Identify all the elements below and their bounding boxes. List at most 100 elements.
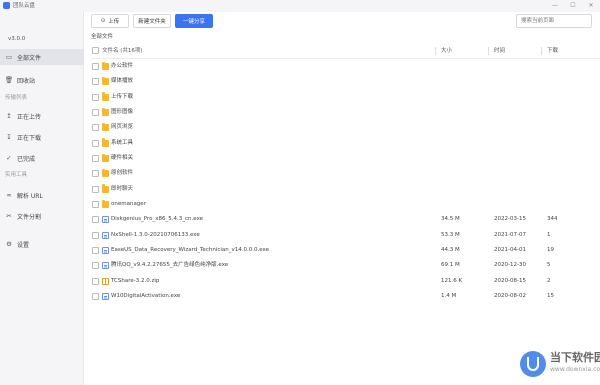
sidebar-item-settings[interactable]: ⚙ 设置 [0,236,84,252]
maximize-button[interactable]: ☐ [564,0,582,12]
file-name[interactable]: Diskgenius_Pro_x86_5.4.3_cn.exe [111,212,203,227]
file-name[interactable]: 腾讯QQ_v9.4.2.27655_去广告绿色纯净版.exe [111,258,228,273]
sidebar-item-label: 文件分割 [17,213,42,221]
row-checkbox[interactable] [92,109,99,117]
sidebar-item-uploading[interactable]: ↥ 正在上传 [0,108,84,124]
table-body: 办公软件 媒体播放 上传下载 图形图像 网页浏览 系统工具 硬件相关 原创软件 即时聊天 onem… [91,59,600,305]
file-name[interactable]: TCShare-3.2.0.zip [111,274,159,289]
sidebar: v3.0.0 ▭ 全部文件 🗑 回收站 传输列表 ↥ 正在上传 ↧ 正在下载 ✓… [0,12,84,385]
scrollbar[interactable] [594,40,598,385]
file-name[interactable]: 硬件相关 [111,151,133,166]
breadcrumb[interactable]: 全部文件 [91,33,113,41]
zip-file-icon [102,277,109,285]
row-checkbox[interactable] [92,262,99,270]
watermark-url: www.downxia.com [550,366,600,373]
upload-icon: ⊙ [100,18,106,24]
file-name[interactable]: onemanager [111,197,146,212]
column-header-name[interactable]: 文件名 (共16项) [102,43,143,59]
file-name[interactable]: 即时聊天 [111,182,133,197]
column-header-time[interactable]: 时间 [494,43,505,59]
check-circle-icon: ✓ [6,154,12,162]
sidebar-item-parse-url[interactable]: ∞ 解析 URL [0,187,84,203]
table-row[interactable]: 办公软件 [91,59,600,74]
table-row[interactable]: TCShare-3.2.0.zip 121.6 K 2020-08-15 2 [91,274,600,289]
file-name[interactable]: 系统工具 [111,136,133,151]
select-all-checkbox[interactable] [92,47,99,54]
sidebar-item-completed[interactable]: ✓ 已完成 [0,150,84,166]
column-header-downloads[interactable]: 下载 [547,43,558,59]
folder-icon [102,61,109,70]
file-name[interactable]: 原创软件 [111,166,133,181]
table-row[interactable]: 即时聊天 [91,182,600,197]
row-checkbox[interactable] [92,124,99,132]
file-name[interactable]: 图形图像 [111,105,133,120]
app-title: 团队云盘 [13,3,36,9]
download-count: 19 [547,247,554,254]
row-checkbox[interactable] [92,231,99,239]
sidebar-item-all-files[interactable]: ▭ 全部文件 [0,49,84,65]
folder-icon [102,153,109,163]
row-checkbox[interactable] [92,93,99,101]
folder-icon [102,184,109,193]
table-row[interactable]: NxShell-1.3.0-20210706133.exe 53.3 M 2021-… [91,228,600,243]
table-row[interactable]: 上传下载 [91,90,600,105]
version-label: v3.0.0 [8,36,26,42]
table-row[interactable]: 图形图像 [91,105,600,120]
table-row[interactable]: 硬件相关 [91,151,600,166]
file-name[interactable]: EaseUS_Data_Recovery_Wizard_Technician_v… [111,243,269,258]
file-time: 2020-08-02 [494,293,526,300]
new-folder-button[interactable]: 新建文件夹 [133,14,171,28]
column-divider[interactable] [541,47,542,55]
column-header-size[interactable]: 大小 [441,43,452,59]
row-checkbox[interactable] [92,170,99,178]
upload-button[interactable]: ⊙ 上传 [91,14,129,28]
row-checkbox[interactable] [92,293,99,301]
table-row[interactable]: 原创软件 [91,166,600,181]
file-icon [102,247,109,255]
file-name[interactable]: 上传下载 [111,90,133,105]
minimize-button[interactable]: — [546,0,564,12]
download-count: 15 [547,293,554,300]
upload-icon: ↥ [6,112,12,120]
table-row[interactable]: onemanager [91,197,600,212]
table-row[interactable]: Diskgenius_Pro_x86_5.4.3_cn.exe 34.5 M 202… [91,212,600,227]
share-button[interactable]: 一键分享 [175,14,213,28]
column-divider[interactable] [488,47,489,55]
row-checkbox[interactable] [92,63,99,70]
sidebar-item-downloading[interactable]: ↧ 正在下载 [0,129,84,145]
file-name[interactable]: 网页浏览 [111,120,133,135]
table-row[interactable]: EaseUS_Data_Recovery_Wizard_Technician_v… [91,243,600,258]
close-button[interactable]: ✕ [582,0,600,12]
table-row[interactable]: 系统工具 [91,136,600,151]
watermark-text: 当下软件园 [550,351,600,364]
folder-icon [102,122,109,132]
file-name[interactable]: NxShell-1.3.0-20210706133.exe [111,228,200,243]
file-size: 1.4 M [441,293,457,300]
row-checkbox[interactable] [92,247,99,255]
column-divider[interactable] [435,47,436,55]
row-checkbox[interactable] [92,201,99,209]
sidebar-item-file-split[interactable]: ✂ 文件分割 [0,208,84,224]
file-name[interactable]: W10DigitalActivation.exe [111,289,180,304]
row-checkbox[interactable] [92,277,99,285]
sidebar-item-recycle-bin[interactable]: 🗑 回收站 [0,72,84,88]
row-checkbox[interactable] [92,185,99,193]
file-size: 53.3 M [441,231,460,238]
download-count: 2 [547,277,551,284]
table-row[interactable]: W10DigitalActivation.exe 1.4 M 2020-08-02 1… [91,289,600,304]
row-checkbox[interactable] [92,78,99,86]
search-input[interactable] [516,14,592,28]
download-count: 5 [547,262,551,269]
scissors-icon: ✂ [6,212,12,220]
file-icon [102,231,109,239]
trash-icon: 🗑 [4,76,14,84]
row-checkbox[interactable] [92,155,99,163]
table-row[interactable]: 媒体播放 [91,74,600,89]
file-name[interactable]: 媒体播放 [111,74,133,89]
sidebar-item-label: 已完成 [17,155,36,163]
file-name[interactable]: 办公软件 [111,59,133,74]
row-checkbox[interactable] [92,216,99,224]
table-row[interactable]: 网页浏览 [91,120,600,135]
table-row[interactable]: 腾讯QQ_v9.4.2.27655_去广告绿色纯净版.exe 69.1 M 2020… [91,258,600,273]
row-checkbox[interactable] [92,139,99,147]
